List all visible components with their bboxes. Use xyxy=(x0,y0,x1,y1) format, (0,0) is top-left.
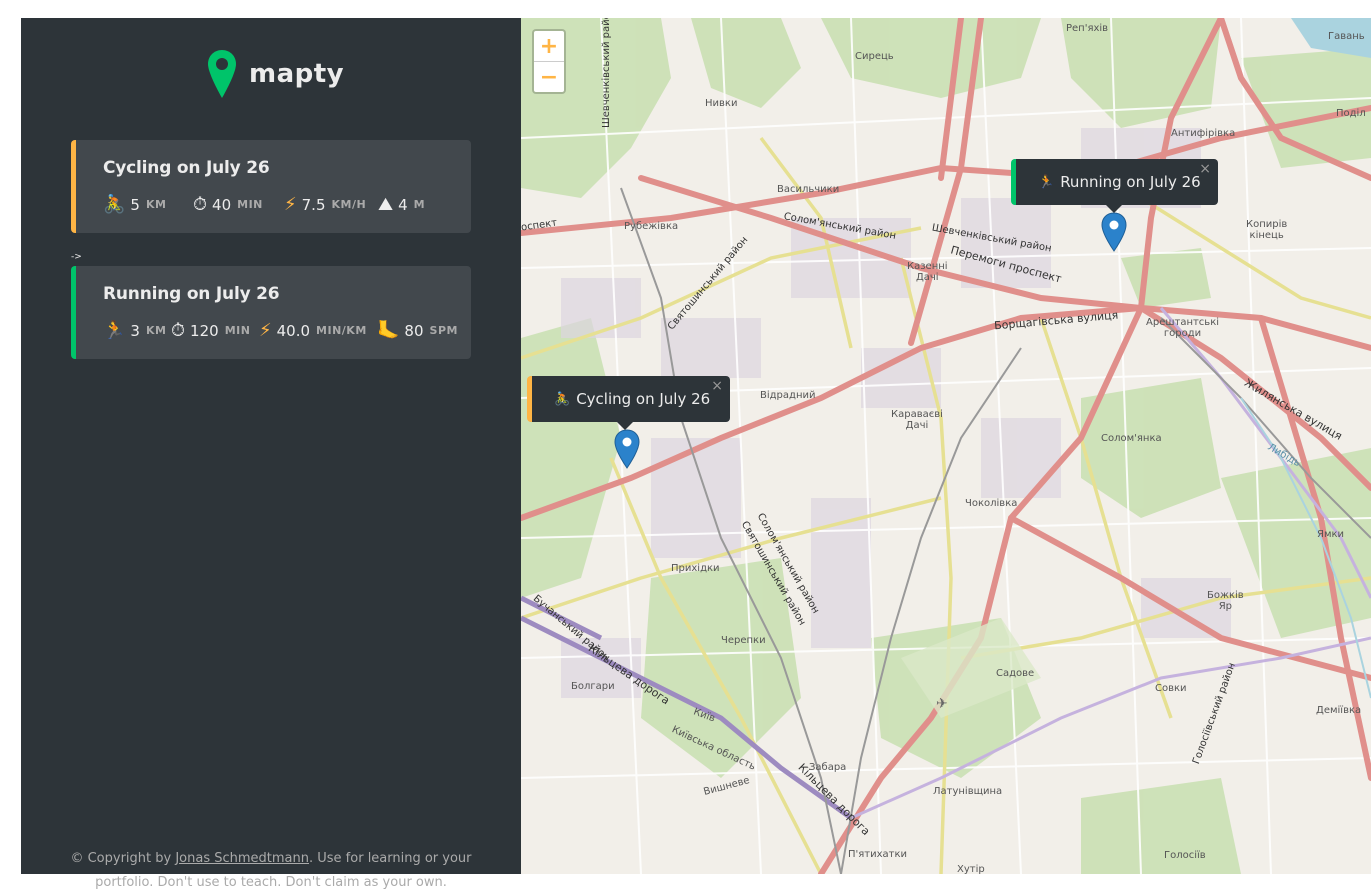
cadence-unit: SPM xyxy=(429,324,458,337)
copyright-line2: portfolio. Don't use to teach. Don't cla… xyxy=(95,875,447,890)
map-label: Реп'яхів xyxy=(1066,23,1109,34)
duration-detail: ⏱ 40 MIN xyxy=(193,194,284,215)
map-label: Рубежівка xyxy=(624,221,679,232)
pace-detail: ⚡ 40.0 MIN/KM xyxy=(259,320,377,341)
duration-value: 120 xyxy=(190,321,219,340)
map-label: Чоколівка xyxy=(965,498,1018,509)
map-label: Прихідки xyxy=(671,563,720,574)
duration-unit: MIN xyxy=(224,324,251,337)
map[interactable]: ✈ Сирець Реп'яхів Гавань Нивки Антифірів… xyxy=(521,18,1371,874)
map-label: Нивки xyxy=(705,98,738,109)
map-label: Хутір xyxy=(957,864,985,874)
zoom-in-button[interactable]: + xyxy=(534,31,564,62)
cyclist-icon: 🚴 xyxy=(103,194,126,215)
zoom-control: + − xyxy=(532,29,566,94)
close-icon[interactable]: × xyxy=(1199,161,1211,177)
map-label: Гавань xyxy=(1328,31,1365,42)
map-label: Черепки xyxy=(721,635,766,646)
cadence-value: 80 xyxy=(404,321,424,340)
map-label: Деміївка xyxy=(1316,705,1362,716)
speed-value: 7.5 xyxy=(301,195,326,214)
close-icon[interactable]: × xyxy=(711,378,723,394)
distance-unit: KM xyxy=(145,198,167,211)
app-container: mapty Cycling on July 26 🚴 5 KM ⏱ 40 MIN… xyxy=(21,18,1371,890)
workout-card-running[interactable]: Running on July 26 🏃 3 KM ⏱ 120 MIN ⚡ 40… xyxy=(71,266,471,359)
map-pin-logo-icon xyxy=(208,50,236,98)
cycling-marker-icon[interactable] xyxy=(614,429,640,469)
foot-icon: 🦶 xyxy=(377,320,400,341)
arrow-text: -> xyxy=(71,252,82,262)
zoom-out-button[interactable]: − xyxy=(534,62,564,92)
airport-icon: ✈ xyxy=(936,696,948,712)
road-label: Шевченківський район xyxy=(601,18,612,128)
stopwatch-icon: ⏱ xyxy=(171,320,186,341)
cycling-popup[interactable]: 🚴 Cycling on July 26 × xyxy=(527,376,730,430)
distance-detail: 🚴 5 KM xyxy=(103,194,193,215)
copyright-suffix: . Use for learning or your xyxy=(309,851,472,866)
map-label: Совки xyxy=(1155,683,1187,694)
pace-value: 40.0 xyxy=(276,321,311,340)
map-label: Казенні Дачі xyxy=(907,261,948,283)
map-tiles: ✈ xyxy=(521,18,1371,874)
speed-unit: KM/H xyxy=(331,198,367,211)
map-label: Антифірівка xyxy=(1171,128,1236,139)
popup-text: Running on July 26 xyxy=(1060,173,1201,191)
speed-detail: ⚡ 7.5 KM/H xyxy=(284,194,378,215)
map-label: Васильчики xyxy=(777,184,840,195)
running-marker-icon[interactable] xyxy=(1101,212,1127,252)
logo: mapty xyxy=(207,48,344,100)
copyright-prefix: © Copyright by xyxy=(70,851,176,866)
running-popup[interactable]: 🏃 Running on July 26 × xyxy=(1011,159,1218,213)
elevation-detail: ⛰ 4 M xyxy=(378,194,425,215)
duration-unit: MIN xyxy=(237,198,263,211)
copyright: © Copyright by Jonas Schmedtmann. Use fo… xyxy=(21,847,521,895)
workout-card-cycling[interactable]: Cycling on July 26 🚴 5 KM ⏱ 40 MIN ⚡ 7.5… xyxy=(71,140,471,233)
cadence-detail: 🦶 80 SPM xyxy=(377,320,458,341)
elevation-unit: M xyxy=(413,198,426,211)
mountain-icon: ⛰ xyxy=(378,194,394,215)
duration-detail: ⏱ 120 MIN xyxy=(171,320,259,341)
sidebar: mapty Cycling on July 26 🚴 5 KM ⏱ 40 MIN… xyxy=(21,18,521,890)
runner-icon: 🏃 xyxy=(103,320,126,341)
map-label: П'ятихатки xyxy=(848,849,908,860)
stopwatch-icon: ⏱ xyxy=(193,194,208,215)
map-label: Божків Яр xyxy=(1207,590,1244,612)
map-label: Відрадний xyxy=(760,390,816,401)
author-link[interactable]: Jonas Schmedtmann xyxy=(175,851,309,866)
map-label: Копирів кінець xyxy=(1246,219,1288,241)
duration-value: 40 xyxy=(212,195,232,214)
map-label: Арештантські городи xyxy=(1146,317,1220,339)
map-label: Латунівщина xyxy=(933,786,1003,797)
cyclist-icon: 🚴 xyxy=(554,391,571,407)
distance-detail: 🏃 3 KM xyxy=(103,320,171,341)
map-label: Болгари xyxy=(571,681,615,692)
workout-details: 🏃 3 KM ⏱ 120 MIN ⚡ 40.0 MIN/KM 🦶 80 SPM xyxy=(103,320,458,341)
map-label: Ямки xyxy=(1317,529,1345,540)
distance-unit: KM xyxy=(145,324,167,337)
pace-unit: MIN/KM xyxy=(316,324,367,337)
workout-details: 🚴 5 KM ⏱ 40 MIN ⚡ 7.5 KM/H ⛰ 4 M xyxy=(103,194,425,215)
distance-value: 3 xyxy=(130,321,140,340)
map-label: Сирець xyxy=(855,51,894,62)
map-label: Поділ xyxy=(1336,108,1366,119)
workout-title: Running on July 26 xyxy=(103,284,280,304)
map-label: Голосіїв xyxy=(1164,850,1206,861)
logo-text: mapty xyxy=(249,59,345,89)
map-label: Караваєві Дачі xyxy=(891,409,943,431)
map-label: Солом'янка xyxy=(1101,433,1162,444)
runner-icon: 🏃 xyxy=(1038,174,1055,190)
distance-value: 5 xyxy=(130,195,140,214)
workout-title: Cycling on July 26 xyxy=(103,158,270,178)
lightning-icon: ⚡ xyxy=(259,320,272,341)
elevation-value: 4 xyxy=(398,195,408,214)
lightning-icon: ⚡ xyxy=(284,194,297,215)
map-label: Садове xyxy=(996,668,1035,679)
popup-text: Cycling on July 26 xyxy=(576,390,711,408)
